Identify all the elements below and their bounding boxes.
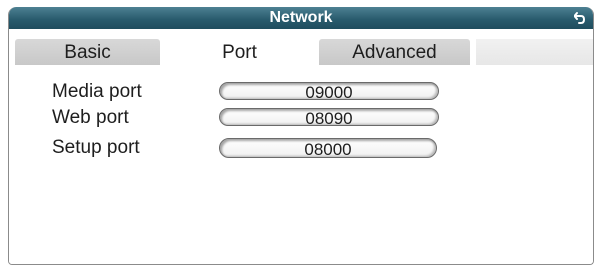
port-settings-panel: Media port 09000 Web port 08090 Setup po… [9, 65, 593, 264]
web-port-row: Web port 08090 [9, 105, 593, 131]
window-title: Network [269, 9, 333, 26]
tab-port[interactable]: Port [166, 39, 313, 65]
web-port-field[interactable]: 08090 [219, 108, 439, 128]
media-port-row: Media port 09000 [9, 79, 593, 105]
return-arrow-icon [574, 12, 586, 24]
setup-port-label: Setup port [52, 137, 140, 158]
media-port-field[interactable]: 09000 [219, 82, 439, 102]
setup-port-field[interactable]: 08000 [219, 138, 437, 159]
web-port-label: Web port [52, 107, 129, 128]
tab-bar-filler [476, 39, 593, 65]
titlebar: Network [9, 7, 593, 29]
media-port-label: Media port [52, 81, 142, 102]
network-dialog: Network Basic Port Advanced Media port 0… [8, 7, 594, 265]
tab-advanced[interactable]: Advanced [319, 39, 470, 65]
tab-basic[interactable]: Basic [15, 39, 160, 65]
back-button[interactable] [571, 7, 589, 29]
tab-bar: Basic Port Advanced [9, 29, 593, 65]
setup-port-row: Setup port 08000 [9, 135, 593, 161]
